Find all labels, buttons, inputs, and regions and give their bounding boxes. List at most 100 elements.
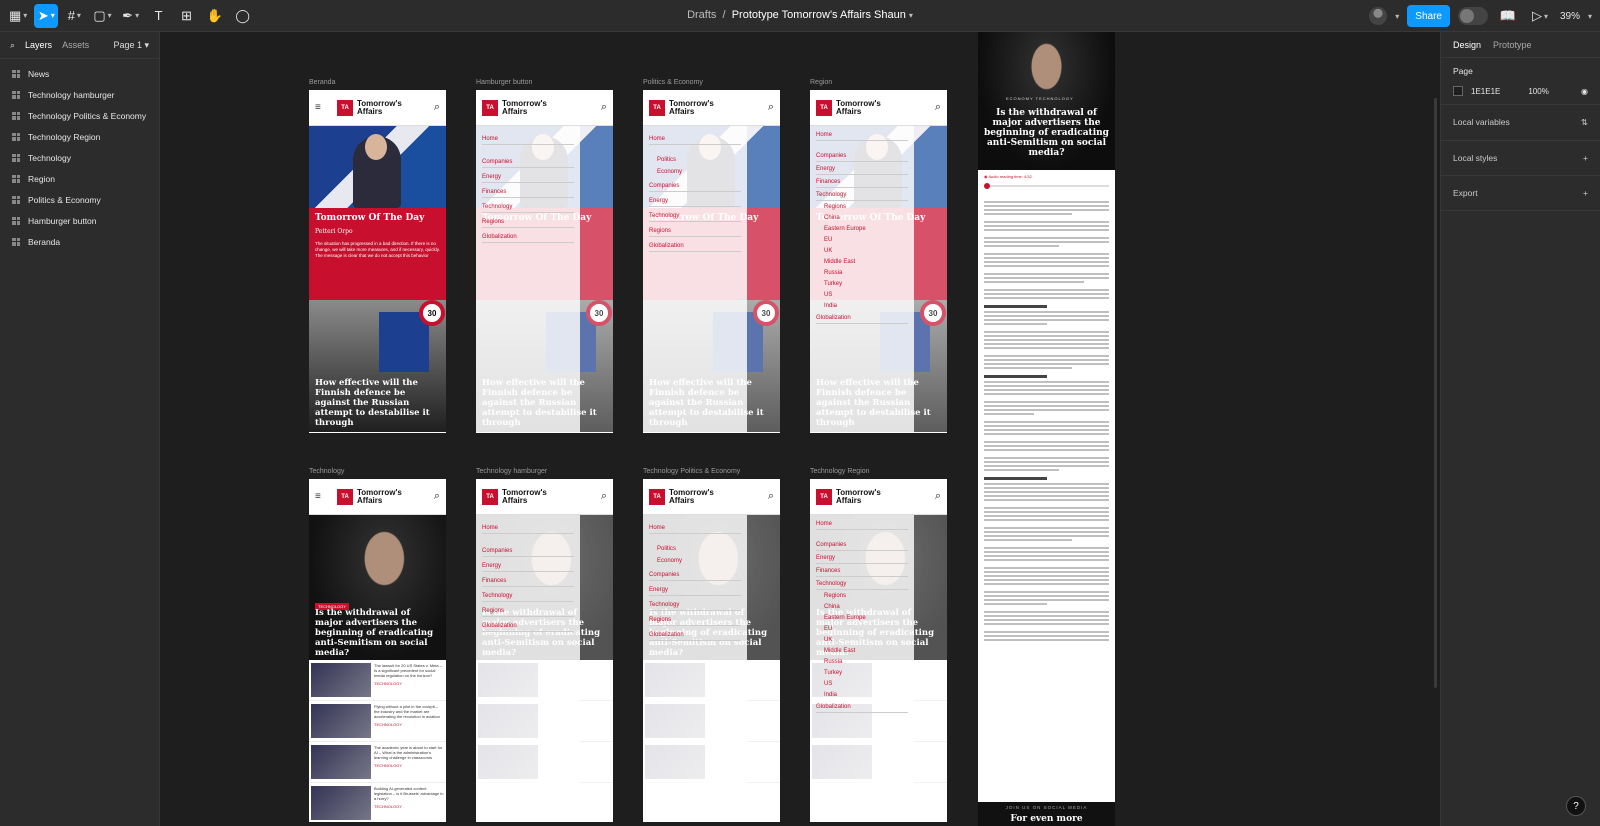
menu-item[interactable]: Globalization: [816, 700, 908, 713]
menu-item[interactable]: Economy: [649, 554, 741, 566]
menu-item[interactable]: Finances: [482, 572, 574, 587]
menu-item[interactable]: Russia: [816, 656, 908, 667]
zoom-level[interactable]: 39%: [1560, 11, 1580, 22]
menu-item[interactable]: Regions: [649, 611, 741, 626]
move-tool-button[interactable]: ➤ ▾: [34, 3, 59, 28]
menu-item[interactable]: Russia: [816, 267, 908, 278]
menu-item[interactable]: Companies: [482, 542, 574, 557]
news-item[interactable]: The lawsuit for 20 US States v. Meta – I…: [309, 660, 446, 701]
chevron-down-icon[interactable]: ▾: [1588, 12, 1592, 21]
frame-technology-region[interactable]: TATomorrow'sAffairs⌕ Is the withdrawal o…: [810, 479, 947, 822]
hand-tool-button[interactable]: ✋: [203, 4, 227, 28]
search-icon[interactable]: ⌕: [935, 101, 941, 114]
menu-item[interactable]: Regions: [482, 213, 574, 228]
menu-item[interactable]: Energy: [649, 192, 741, 207]
layer-item[interactable]: Technology Region: [0, 126, 159, 147]
frame-technology-hamburger[interactable]: TATomorrow'sAffairs⌕ Is the withdrawal o…: [476, 479, 613, 822]
canvas-scrollbar[interactable]: [1434, 98, 1437, 688]
menu-item[interactable]: Middle East: [816, 645, 908, 656]
plus-icon[interactable]: +: [1583, 153, 1588, 163]
layer-item[interactable]: Technology Politics & Economy: [0, 105, 159, 126]
menu-item[interactable]: EU: [816, 234, 908, 245]
frame-label[interactable]: Technology Region: [810, 468, 870, 475]
audio-progress[interactable]: [984, 183, 1109, 189]
search-icon[interactable]: ⌕: [434, 101, 440, 114]
layer-item[interactable]: Hamburger button: [0, 210, 159, 231]
tab-assets[interactable]: Assets: [62, 40, 89, 50]
menu-item[interactable]: Companies: [649, 177, 741, 192]
menu-item[interactable]: Globalization: [482, 228, 574, 243]
menu-item[interactable]: Economy: [649, 165, 741, 177]
menu-item[interactable]: Politics: [649, 542, 741, 554]
menu-item[interactable]: Turkey: [816, 278, 908, 289]
page-color-value[interactable]: 1E1E1E: [1471, 87, 1500, 96]
frame-label[interactable]: Politics & Economy: [643, 79, 703, 86]
menu-item[interactable]: UK: [816, 634, 908, 645]
frame-label[interactable]: Technology hamburger: [476, 468, 547, 475]
menu-item[interactable]: China: [816, 212, 908, 223]
eye-icon[interactable]: ◉: [1581, 87, 1588, 96]
library-icon[interactable]: 📖: [1496, 4, 1520, 28]
text-tool-button[interactable]: T: [147, 4, 171, 28]
breadcrumb-drafts[interactable]: Drafts: [687, 9, 716, 21]
page-select[interactable]: Page 1 ▾: [113, 40, 149, 51]
menu-item[interactable]: India: [816, 300, 908, 311]
frame-hamburger-button[interactable]: TATomorrow'sAffairs⌕ Tomorrow Of The Day…: [476, 90, 613, 433]
menu-item[interactable]: India: [816, 689, 908, 700]
page-opacity[interactable]: 100%: [1528, 87, 1548, 96]
frame-technology[interactable]: ≡ TA Tomorrow's Affairs ⌕ TECHNOLOGY Is the …: [309, 479, 446, 822]
plus-icon[interactable]: +: [1583, 188, 1588, 198]
frame-beranda[interactable]: ≡ TA Tomorrow's Affairs ⌕ Tomorrow Of The Da…: [309, 90, 446, 433]
tab-layers[interactable]: Layers: [25, 40, 52, 50]
menu-item[interactable]: Technology: [649, 207, 741, 222]
menu-item[interactable]: Home: [482, 519, 574, 534]
file-name[interactable]: Prototype Tomorrow's Affairs Shaun: [732, 9, 906, 21]
menu-item[interactable]: Turkey: [816, 667, 908, 678]
menu-item[interactable]: Companies: [649, 566, 741, 581]
menu-item[interactable]: Energy: [649, 581, 741, 596]
menu-item[interactable]: Energy: [816, 551, 908, 564]
menu-item[interactable]: Energy: [482, 557, 574, 572]
hamburger-icon[interactable]: ≡: [315, 491, 333, 502]
menu-item[interactable]: Regions: [482, 602, 574, 617]
menu-item[interactable]: Technology: [649, 596, 741, 611]
search-icon[interactable]: ⌕: [10, 40, 15, 51]
frame-label[interactable]: Technology: [309, 468, 344, 475]
menu-item[interactable]: Home: [649, 519, 741, 534]
layer-item[interactable]: Region: [0, 168, 159, 189]
menu-item[interactable]: Globalization: [649, 626, 741, 641]
frame-label[interactable]: Region: [810, 79, 832, 86]
help-button[interactable]: ?: [1566, 796, 1586, 816]
menu-item[interactable]: US: [816, 289, 908, 300]
user-avatar[interactable]: [1369, 7, 1388, 25]
search-icon[interactable]: ⌕: [768, 101, 774, 114]
play-icon[interactable]: ◉: [984, 174, 988, 179]
frame-technology-politics-economy[interactable]: TATomorrow'sAffairs⌕ Is the withdrawal o…: [643, 479, 780, 822]
news-item[interactable]: Building AI-generated content legislatio…: [309, 783, 446, 822]
menu-item[interactable]: Finances: [816, 564, 908, 577]
menu-item[interactable]: Companies: [482, 153, 574, 168]
resources-button[interactable]: ⊞: [175, 4, 199, 28]
menu-item[interactable]: Technology: [816, 188, 908, 201]
frame-tool-button[interactable]: # ▾: [62, 4, 86, 28]
share-button[interactable]: Share: [1407, 5, 1450, 27]
tab-design[interactable]: Design: [1453, 40, 1481, 50]
menu-item[interactable]: Regions: [649, 222, 741, 237]
page-color-swatch[interactable]: [1453, 86, 1463, 96]
comment-tool-button[interactable]: ◯: [231, 4, 255, 28]
menu-item[interactable]: Companies: [816, 538, 908, 551]
menu-item[interactable]: Politics: [649, 153, 741, 165]
pen-tool-button[interactable]: ✒ ▾: [119, 4, 143, 28]
tab-prototype[interactable]: Prototype: [1493, 40, 1532, 50]
menu-item[interactable]: Globalization: [649, 237, 741, 252]
layer-item[interactable]: Technology hamburger: [0, 84, 159, 105]
present-play-icon[interactable]: ▷ ▾: [1528, 4, 1552, 28]
menu-item[interactable]: Technology: [482, 198, 574, 213]
search-icon[interactable]: ⌕: [935, 490, 941, 503]
design-canvas[interactable]: Beranda Hamburger button Politics & Econ…: [161, 32, 1439, 826]
search-icon[interactable]: ⌕: [601, 490, 607, 503]
main-menu-button[interactable]: ▦ ▾: [6, 4, 30, 28]
audio-scrubber[interactable]: [984, 183, 990, 189]
news-item[interactable]: The academic year is about to start for …: [309, 742, 446, 783]
sliders-icon[interactable]: ⇅: [1581, 117, 1588, 128]
